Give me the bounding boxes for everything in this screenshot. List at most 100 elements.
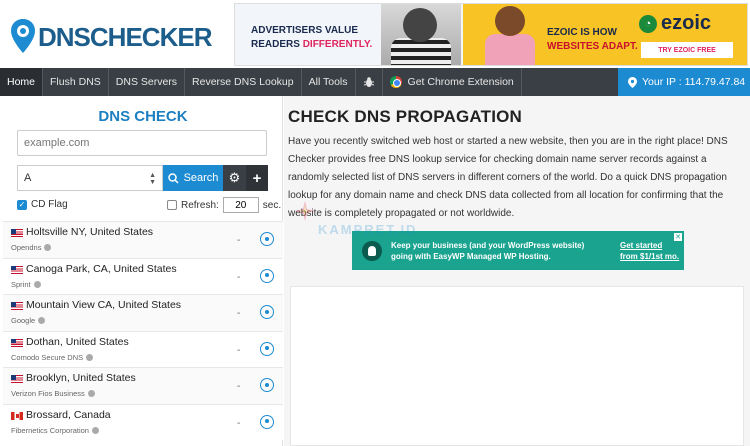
watermark-star-icon (295, 201, 315, 221)
map-pin-icon (628, 76, 637, 88)
select-arrows-icon: ▲ ▼ (149, 172, 156, 186)
search-button-label: Search (183, 172, 219, 184)
us-flag-icon (11, 229, 23, 237)
propagation-panel: CHECK DNS PROPAGATION Have you recently … (284, 96, 750, 446)
us-flag-icon (11, 302, 23, 310)
server-provider-name: Sprint (11, 279, 31, 289)
nav-chrome-extension-label: Get Chrome Extension (407, 76, 514, 88)
server-result: - (237, 271, 241, 283)
ad-right-text: EZOIC IS HOW WEBSITES ADAPT. (547, 26, 638, 54)
server-result: - (237, 344, 241, 356)
easywp-cta-line2: from $1/1st mo. (620, 251, 680, 261)
server-location: Mountain View CA, United States (26, 299, 182, 311)
refresh-label: Refresh: (181, 199, 219, 211)
propagation-title: CHECK DNS PROPAGATION (288, 107, 523, 126)
watermark-text: KAMPRET.ID (318, 222, 418, 237)
server-provider-name: Comodo Secure DNS (11, 352, 84, 362)
status-icon[interactable] (260, 305, 274, 319)
record-type-value: A (24, 172, 32, 184)
ad-left-line2: READERS DIFFERENTLY. (251, 38, 372, 52)
server-provider: Comodo Secure DNS (11, 352, 94, 362)
site-logo[interactable]: DNSCHECKER (8, 8, 212, 62)
server-location: Dothan, United States (26, 335, 129, 348)
logo-part-dns: DNS (38, 22, 91, 52)
status-icon[interactable] (260, 378, 274, 392)
ad-left-panel: ADVERTISERS VALUE READERS DIFFERENTLY. (235, 4, 463, 65)
ad-right-line1: EZOIC IS HOW (547, 27, 617, 38)
us-flag-icon (11, 265, 23, 274)
domain-input[interactable] (17, 130, 267, 156)
nav-bug-report[interactable] (356, 68, 383, 96)
server-location: Holtsville NY, United States (26, 226, 154, 238)
server-result: - (237, 235, 241, 246)
cd-flag-checkbox[interactable]: ✓ (17, 199, 27, 210)
us-flag-icon (11, 338, 23, 347)
results-map-area (290, 286, 744, 446)
ezoic-logo-icon: ◔ (639, 14, 657, 33)
server-row: Canoga Park, CA, United States Sprint - (3, 257, 283, 294)
nav-home[interactable]: Home (0, 68, 44, 96)
top-ad-banner[interactable]: ADVERTISERS VALUE READERS DIFFERENTLY. E… (234, 3, 748, 66)
server-provider: Fibernetics Corporation (11, 426, 99, 435)
server-provider-name: Google (11, 316, 36, 325)
status-icon[interactable] (260, 414, 274, 429)
server-row: Brossard, Canada Fibernetics Corporation… (3, 403, 283, 440)
server-provider: Sprint (11, 280, 41, 289)
status-icon[interactable] (260, 341, 274, 356)
server-list: Holtsville NY, United States Opendns - C… (3, 221, 283, 440)
nav-flush-dns[interactable]: Flush DNS (43, 68, 109, 96)
info-icon[interactable] (44, 244, 52, 251)
easywp-cta-line1: Get started (620, 240, 663, 250)
ad-person-image-2 (479, 4, 541, 65)
server-row: Dothan, United States Comodo Secure DNS … (3, 330, 283, 367)
ad-person-image (381, 4, 461, 65)
ad-right-line2: WEBSITES ADAPT. (547, 41, 638, 52)
plus-icon: + (252, 169, 262, 187)
info-icon[interactable] (33, 280, 41, 288)
propagation-description: Have you recently switched web host or s… (288, 136, 728, 219)
info-icon[interactable] (86, 353, 94, 361)
gear-icon: ⚙ (228, 170, 241, 185)
try-ezoic-button[interactable]: TRY EZOIC FREE (641, 42, 733, 58)
nav-dns-servers[interactable]: DNS Servers (109, 68, 186, 96)
server-row: Mountain View CA, United States Google - (3, 294, 283, 331)
server-location: Brossard, Canada (26, 408, 111, 421)
settings-button[interactable]: ⚙ (223, 165, 246, 191)
ad-right-panel: EZOIC IS HOW WEBSITES ADAPT. ◔ ezoic TRY… (463, 4, 747, 65)
refresh-unit-label: sec. (262, 199, 282, 211)
cd-flag-option[interactable]: ✓ CD Flag (17, 199, 68, 210)
refresh-interval-input[interactable] (222, 197, 259, 213)
logo-text: DNSCHECKER (38, 22, 213, 53)
nav-reverse-dns-lookup[interactable]: Reverse DNS Lookup (185, 68, 302, 96)
us-flag-icon (11, 375, 23, 383)
record-type-select[interactable]: A ▲ ▼ (17, 165, 163, 191)
server-provider: Verizon Fios Business (11, 389, 95, 398)
ad-left-line1: ADVERTISERS VALUE (251, 25, 359, 36)
easywp-ad-cta[interactable]: Get started from $1/1st mo. (620, 240, 679, 262)
your-ip-text: Your IP : 114.79.47.84 (642, 76, 746, 88)
nav-all-tools[interactable]: All Tools (302, 68, 356, 96)
info-icon[interactable] (38, 317, 46, 324)
octopus-icon (362, 240, 382, 261)
server-row: Holtsville NY, United States Opendns - (3, 221, 283, 258)
server-provider: Google (11, 316, 46, 325)
ezoic-brand: ◔ ezoic (639, 12, 711, 35)
server-location: Brooklyn, United States (26, 372, 136, 384)
location-pin-icon (11, 19, 35, 53)
nav-chrome-extension[interactable]: Get Chrome Extension (383, 68, 522, 96)
add-button[interactable]: + (246, 165, 268, 191)
close-ad-icon[interactable]: ✕ (674, 233, 682, 241)
refresh-option: Refresh: sec. (167, 197, 281, 213)
main-nav: Home Flush DNS DNS Servers Reverse DNS L… (0, 68, 750, 96)
info-icon[interactable] (91, 426, 99, 434)
status-icon[interactable] (260, 268, 274, 283)
easywp-ad-text: Keep your business (and your WordPress w… (391, 240, 585, 261)
server-result: - (237, 308, 241, 319)
refresh-checkbox[interactable] (167, 200, 177, 210)
status-icon[interactable] (260, 232, 274, 246)
logo-part-checker: CHECKER (89, 22, 213, 52)
search-button[interactable]: Search (163, 165, 223, 191)
server-result: - (237, 381, 241, 392)
info-icon[interactable] (87, 390, 95, 397)
bug-icon (363, 77, 374, 87)
